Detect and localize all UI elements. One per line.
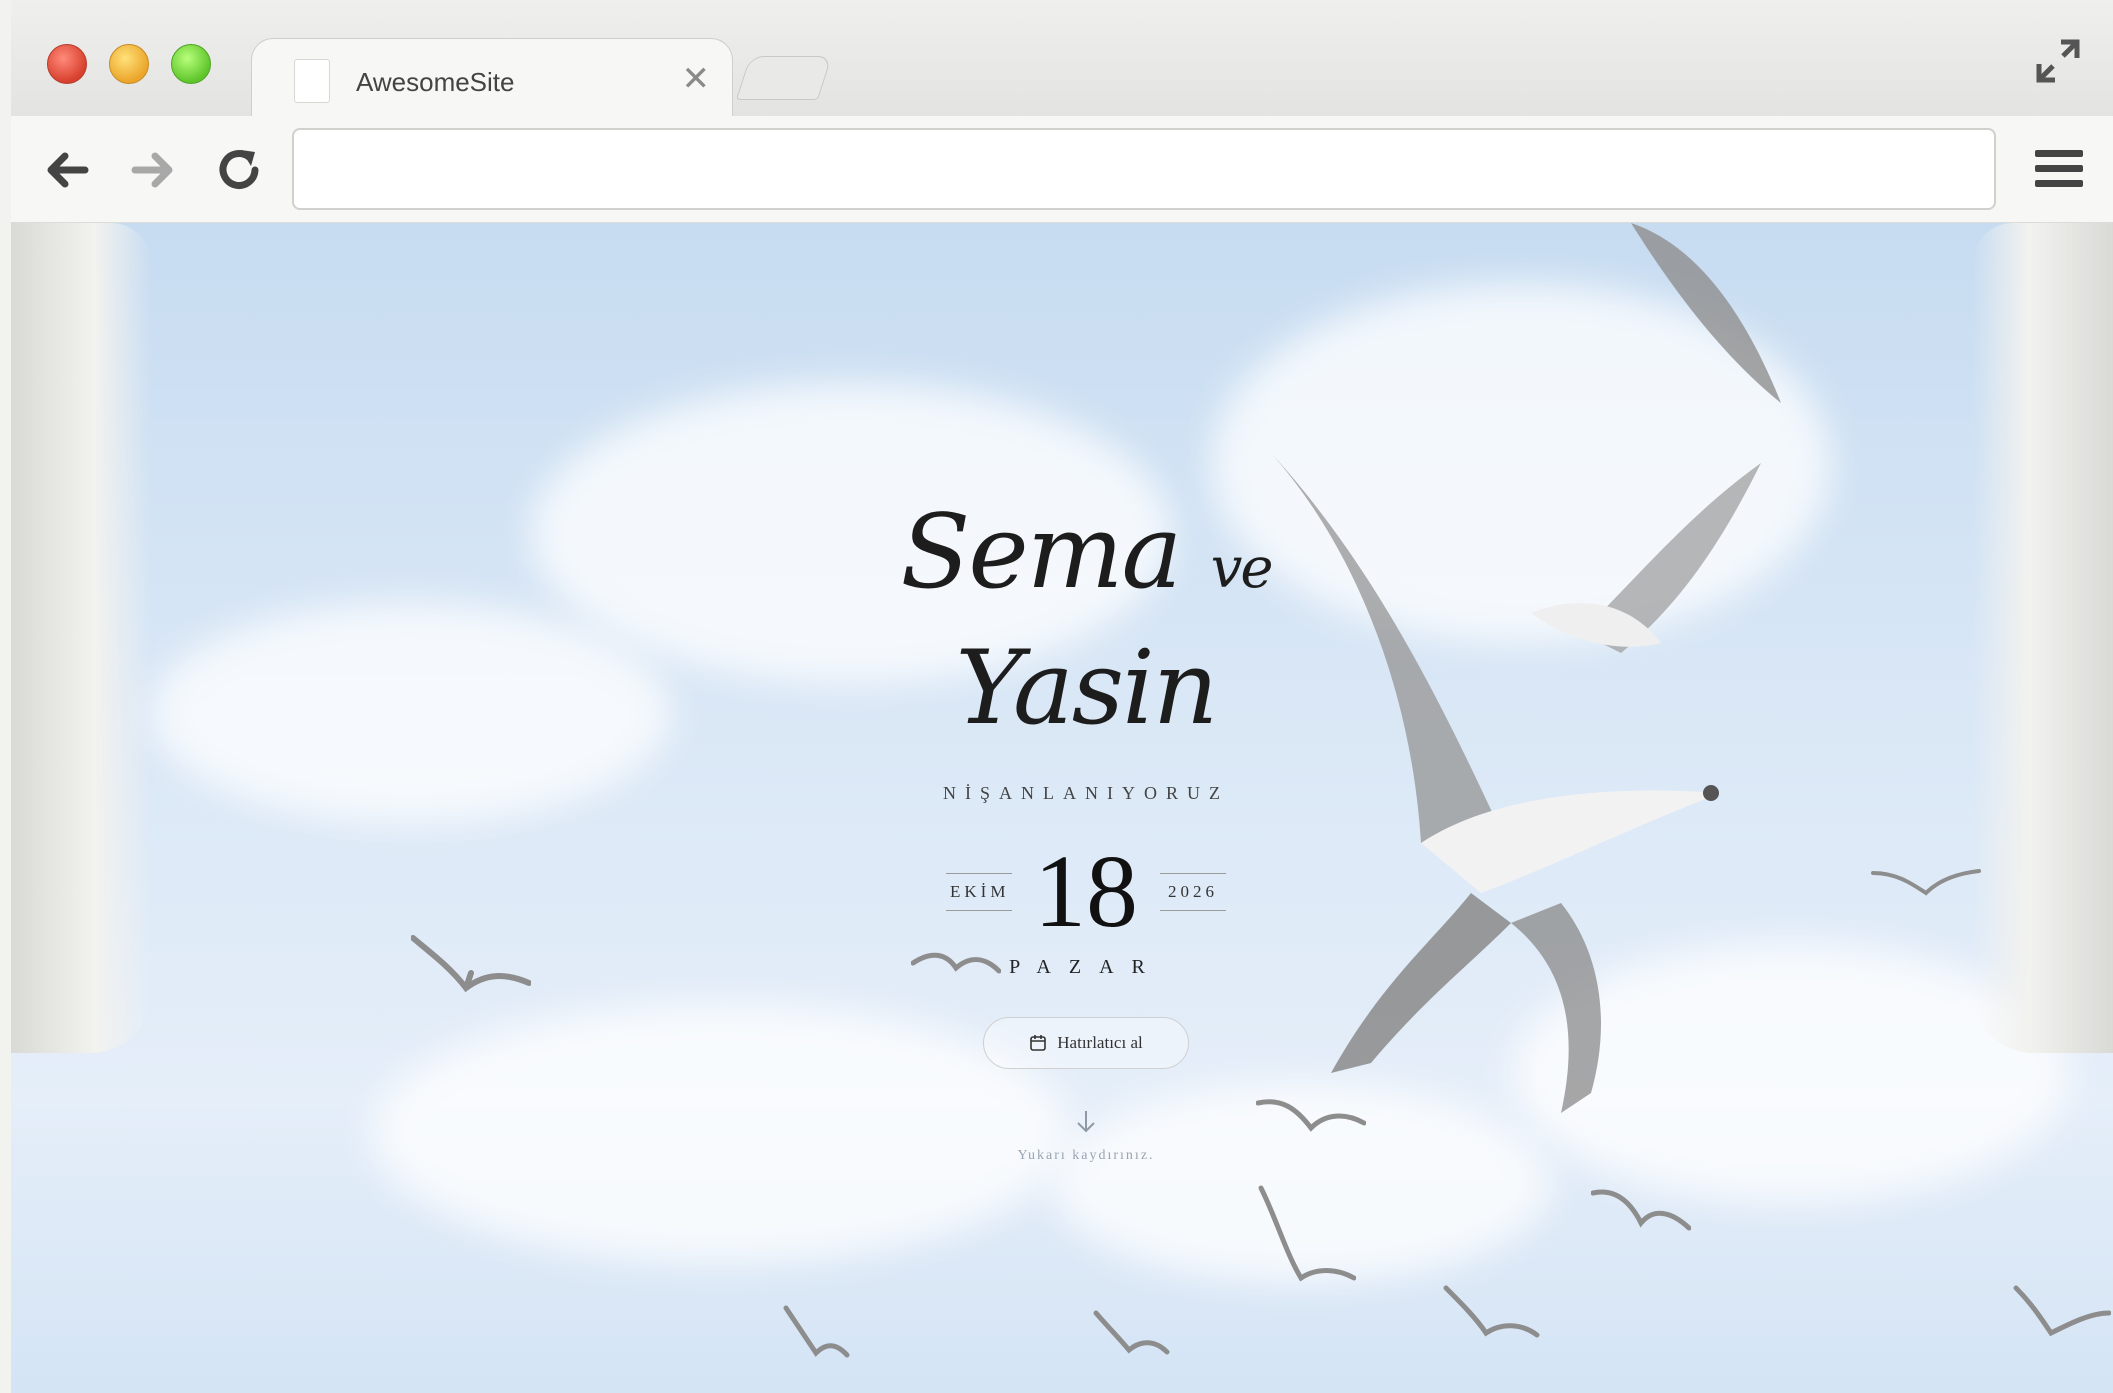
groom-name: Yasin (955, 629, 1219, 748)
browser-window: AwesomeSite ✕ Sema ve Yasin NİŞANLANIYOR… (11, 0, 2113, 1393)
back-icon[interactable] (39, 142, 95, 198)
bird-icon (1631, 223, 1781, 403)
close-window-button[interactable] (47, 44, 87, 84)
new-tab-button[interactable] (735, 56, 833, 100)
bird-icon (1591, 1189, 1691, 1231)
bird-icon (2013, 1285, 2111, 1337)
browser-tab[interactable]: AwesomeSite ✕ (251, 38, 733, 119)
bride-name: Sema (900, 493, 1183, 612)
bird-icon (1531, 463, 1761, 653)
forward-icon[interactable] (125, 142, 181, 198)
event-month: EKİM (946, 873, 1012, 911)
bird-icon (1258, 1185, 1356, 1282)
decorative-column-left (11, 223, 151, 1053)
event-year: 2026 (1160, 873, 1226, 911)
url-input[interactable] (294, 130, 1994, 208)
event-weekday: PAZAR (1009, 956, 1163, 978)
names-connector: ve (1210, 536, 1274, 601)
bird-icon (783, 1305, 850, 1358)
title-bar: AwesomeSite ✕ (11, 0, 2113, 119)
fullscreen-icon[interactable] (2033, 36, 2083, 86)
reload-icon[interactable] (211, 142, 267, 198)
bird-icon (1093, 1310, 1170, 1355)
maximize-window-button[interactable] (171, 44, 211, 84)
page-icon (294, 59, 330, 103)
minimize-window-button[interactable] (109, 44, 149, 84)
event-day: 18 (1034, 834, 1138, 949)
calendar-icon (1030, 1035, 1047, 1051)
event-date: EKİM 18 2026 (786, 834, 1386, 949)
menu-icon[interactable] (2033, 146, 2085, 192)
tab-title: AwesomeSite (356, 67, 515, 97)
couple-names: Sema ve Yasin (786, 493, 1386, 749)
reminder-label: Hatırlatıcı al (1057, 1033, 1143, 1052)
bird-icon (1443, 1285, 1540, 1338)
reminder-button[interactable]: Hatırlatıcı al (983, 1017, 1189, 1069)
decorative-column-right (1973, 223, 2113, 1053)
bird-icon (411, 935, 531, 993)
invitation-card: Sema ve Yasin NİŞANLANIYORUZ EKİM 18 202… (786, 493, 1386, 1164)
event-subtitle: NİŞANLANIYORUZ (943, 783, 1229, 803)
arrow-down-icon[interactable] (1074, 1109, 1098, 1135)
toolbar (11, 116, 2113, 223)
address-bar[interactable] (292, 128, 1996, 210)
page-hero: Sema ve Yasin NİŞANLANIYORUZ EKİM 18 202… (11, 223, 2113, 1393)
scroll-hint: Yukarı kaydırınız. (1017, 1148, 1155, 1163)
close-icon[interactable]: ✕ (682, 59, 711, 99)
bird-icon (1871, 869, 1981, 896)
